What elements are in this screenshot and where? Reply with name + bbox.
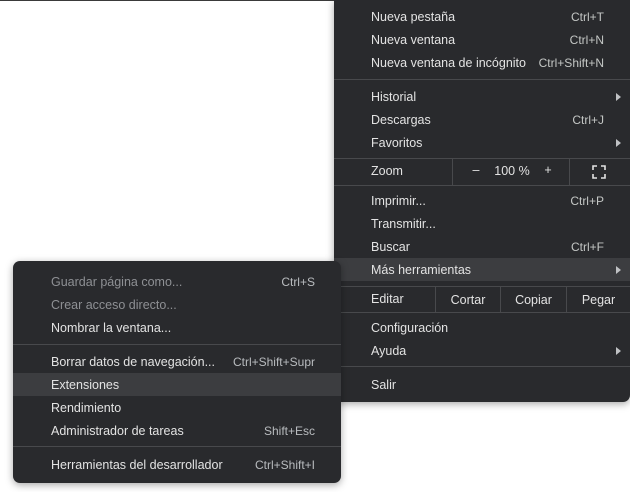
menu-item-label: Favoritos [371, 135, 423, 150]
menu-item-label: Administrador de tareas [51, 423, 184, 438]
edit-row: Editar Cortar Copiar Pegar [334, 287, 630, 312]
menu-separator [334, 312, 630, 313]
menu-item-shortcut: Shift+Esc [263, 423, 315, 438]
menu-item-developer-tools[interactable]: Herramientas del desarrollador Ctrl+Shif… [13, 453, 341, 476]
more-tools-submenu: Guardar página como... Ctrl+S Crear acce… [13, 261, 341, 483]
zoom-controls: – 100 % + [452, 159, 570, 185]
menu-item-shortcut: Ctrl+Shift+Supr [232, 354, 315, 369]
zoom-out-button[interactable]: – [469, 163, 483, 177]
menu-separator [334, 185, 630, 186]
menu-item-shortcut: Ctrl+T [571, 9, 604, 24]
menu-item-label: Nombrar la ventana... [51, 320, 172, 335]
menu-item-performance[interactable]: Rendimiento [13, 396, 341, 419]
menu-item-shortcut: Ctrl+J [572, 112, 604, 127]
menu-item-downloads[interactable]: Descargas Ctrl+J [334, 108, 630, 131]
menu-separator [334, 366, 630, 367]
menu-separator [13, 344, 341, 345]
submenu-arrow-icon [616, 92, 621, 101]
menu-item-shortcut: Ctrl+Shift+N [538, 55, 604, 70]
menu-item-shortcut: Ctrl+S [281, 274, 315, 289]
menu-item-cast[interactable]: Transmitir... [334, 212, 630, 235]
menu-item-shortcut: Ctrl+N [569, 32, 604, 47]
menu-item-new-incognito-window[interactable]: Nueva ventana de incógnito Ctrl+Shift+N [334, 51, 630, 74]
zoom-level: 100 % [494, 164, 530, 178]
menu-item-exit[interactable]: Salir [334, 373, 630, 396]
submenu-arrow-icon [616, 265, 621, 274]
menu-item-clear-browsing-data[interactable]: Borrar datos de navegación... Ctrl+Shift… [13, 350, 341, 373]
menu-item-print[interactable]: Imprimir... Ctrl+P [334, 189, 630, 212]
menu-item-label: Borrar datos de navegación... [51, 354, 215, 369]
menu-item-label: Imprimir... [371, 193, 426, 208]
menu-item-label: Ayuda [371, 343, 407, 358]
menu-item-help[interactable]: Ayuda [334, 339, 630, 362]
menu-item-label: Salir [371, 377, 397, 392]
menu-item-new-window[interactable]: Nueva ventana Ctrl+N [334, 28, 630, 51]
menu-item-label: Buscar [371, 239, 410, 254]
menu-item-label: Herramientas del desarrollador [51, 457, 223, 472]
menu-item-label: Rendimiento [51, 400, 122, 415]
chrome-main-menu: Nueva pestaña Ctrl+T Nueva ventana Ctrl+… [334, 0, 630, 402]
menu-item-find[interactable]: Buscar Ctrl+F [334, 235, 630, 258]
submenu-arrow-icon [616, 346, 621, 355]
menu-item-bookmarks[interactable]: Favoritos [334, 131, 630, 154]
menu-item-label: Crear acceso directo... [51, 297, 177, 312]
menu-separator [334, 79, 630, 80]
menu-item-shortcut: Ctrl+F [571, 239, 604, 254]
menu-separator [13, 446, 341, 447]
menu-item-label: Más herramientas [371, 262, 472, 277]
menu-item-task-manager[interactable]: Administrador de tareas Shift+Esc [13, 419, 341, 442]
menu-item-label: Nueva pestaña [371, 9, 456, 24]
menu-item-label: Historial [371, 89, 417, 104]
menu-item-more-tools[interactable]: Más herramientas [334, 258, 630, 281]
menu-item-label: Transmitir... [371, 216, 436, 231]
menu-item-settings[interactable]: Configuración [334, 316, 630, 339]
menu-item-label: Extensiones [51, 377, 120, 392]
edit-label: Editar [371, 292, 404, 306]
zoom-label: Zoom [371, 164, 403, 178]
menu-item-label: Guardar página como... [51, 274, 183, 289]
menu-item-save-page: Guardar página como... Ctrl+S [13, 270, 341, 293]
submenu-arrow-icon [616, 138, 621, 147]
menu-item-label: Nueva ventana de incógnito [371, 55, 526, 70]
paste-button[interactable]: Pegar [566, 287, 630, 312]
menu-item-shortcut: Ctrl+Shift+I [254, 457, 315, 472]
menu-item-extensions[interactable]: Extensiones [13, 373, 341, 396]
zoom-row: Zoom – 100 % + [334, 159, 630, 185]
cut-button[interactable]: Cortar [435, 287, 500, 312]
menu-item-label: Descargas [371, 112, 431, 127]
menu-item-new-tab[interactable]: Nueva pestaña Ctrl+T [334, 5, 630, 28]
menu-item-name-window[interactable]: Nombrar la ventana... [13, 316, 341, 339]
menu-item-label: Configuración [371, 320, 449, 335]
copy-button[interactable]: Copiar [500, 287, 566, 312]
fullscreen-icon[interactable] [592, 165, 606, 179]
zoom-in-button[interactable]: + [541, 163, 555, 177]
menu-item-create-shortcut: Crear acceso directo... [13, 293, 341, 316]
menu-item-history[interactable]: Historial [334, 85, 630, 108]
menu-item-shortcut: Ctrl+P [570, 193, 604, 208]
menu-item-label: Nueva ventana [371, 32, 456, 47]
